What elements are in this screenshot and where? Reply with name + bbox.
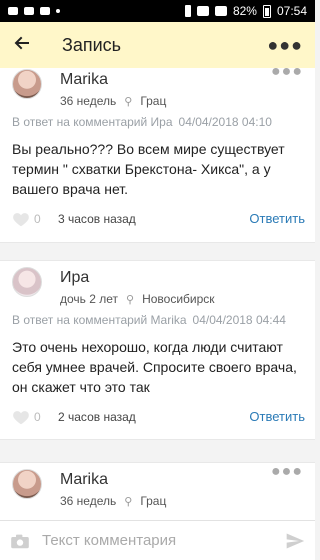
- comment-meta: 36 недель ⚲ Грац: [60, 94, 166, 108]
- comment-location: Новосибирск: [142, 292, 215, 306]
- comment-meta: дочь 2 лет ⚲ Новосибирск: [60, 292, 215, 306]
- comment-meta: 36 недель ⚲ Грац: [60, 494, 166, 508]
- reply-to-date: 04/04/2018 04:44: [192, 313, 286, 327]
- like-count: 0: [34, 212, 41, 226]
- comment-text: Вы реально??? Во всем мире существует те…: [12, 141, 285, 197]
- comment-author[interactable]: Marika: [60, 471, 108, 489]
- comment-footer: 0 2 часов назад Ответить: [0, 397, 315, 439]
- status-left: [8, 7, 60, 15]
- comment-age: 36 недель: [60, 494, 117, 508]
- comment-age: дочь 2 лет: [60, 292, 119, 306]
- comment-card: ●●● Marika 36 недель ⚲ Грац: [0, 462, 315, 520]
- camera-icon[interactable]: [10, 533, 30, 549]
- comment-header: Ира дочь 2 лет ⚲ Новосибирск: [0, 261, 315, 311]
- location-pin-icon: ⚲: [126, 293, 135, 306]
- comments-feed[interactable]: ●●● Marika 36 недель ⚲ Грац В ответ на к…: [0, 68, 315, 520]
- notification-icon: [8, 7, 18, 15]
- reply-to-line: В ответ на комментарий Ира 04/04/2018 04…: [0, 113, 315, 131]
- image-icon: [24, 7, 34, 15]
- comment-header: Marika 36 недель ⚲ Грац: [0, 463, 315, 513]
- reply-to-line: В ответ на комментарий Marika 04/04/2018…: [0, 311, 315, 329]
- comment-age: 36 недель: [60, 94, 117, 108]
- arrow-back-icon[interactable]: [12, 33, 42, 57]
- wifi-icon: [196, 6, 209, 16]
- battery-icon: [262, 4, 271, 18]
- signal-icon: [184, 5, 191, 17]
- status-right: 82% 07:54: [184, 4, 307, 18]
- comment-author[interactable]: Marika: [60, 71, 108, 89]
- comment-card: ●●● Marika 36 недель ⚲ Грац В ответ на к…: [0, 68, 315, 243]
- comment-location: Грац: [140, 494, 167, 508]
- reply-to-label: В ответ на комментарий Marika: [12, 313, 187, 327]
- comment-input[interactable]: Текст комментария: [42, 532, 285, 549]
- status-bar: 82% 07:54: [0, 0, 315, 22]
- like-count: 0: [34, 410, 41, 424]
- download-icon: [40, 7, 50, 15]
- clock: 07:54: [276, 4, 307, 18]
- comment-text: Это очень нехорошо, когда люди считают с…: [12, 339, 297, 395]
- reply-button[interactable]: Ответить: [249, 409, 305, 424]
- location-pin-icon: ⚲: [124, 495, 133, 508]
- comment-header: Marika 36 недель ⚲ Грац: [0, 68, 315, 113]
- send-icon[interactable]: [285, 531, 305, 551]
- comment-time: 2 часов назад: [58, 410, 136, 424]
- reply-to-date: 04/04/2018 04:10: [178, 115, 272, 129]
- battery-percent: 82%: [232, 4, 257, 18]
- reply-button[interactable]: Ответить: [249, 211, 305, 226]
- comment-input-bar: Текст комментария: [0, 520, 315, 560]
- heart-icon[interactable]: [12, 409, 30, 425]
- reply-to-label: В ответ на комментарий Ира: [12, 115, 173, 129]
- comment-card: Ира дочь 2 лет ⚲ Новосибирск В ответ на …: [0, 260, 315, 440]
- page-title: Запись: [62, 34, 122, 55]
- avatar[interactable]: [12, 69, 42, 99]
- comment-footer: 0 3 часов назад Ответить: [0, 199, 315, 241]
- more-horizontal-icon[interactable]: ●●●: [267, 35, 303, 56]
- heart-icon[interactable]: [12, 211, 30, 227]
- location-pin-icon: ⚲: [124, 95, 133, 108]
- comment-time: 3 часов назад: [58, 212, 136, 226]
- dot-icon: [56, 9, 60, 13]
- cellular-icon: [214, 6, 227, 16]
- app-bar: Запись ●●●: [0, 22, 315, 68]
- comment-location: Грац: [140, 94, 167, 108]
- comment-author[interactable]: Ира: [60, 269, 89, 287]
- avatar[interactable]: [12, 267, 42, 297]
- avatar[interactable]: [12, 469, 42, 499]
